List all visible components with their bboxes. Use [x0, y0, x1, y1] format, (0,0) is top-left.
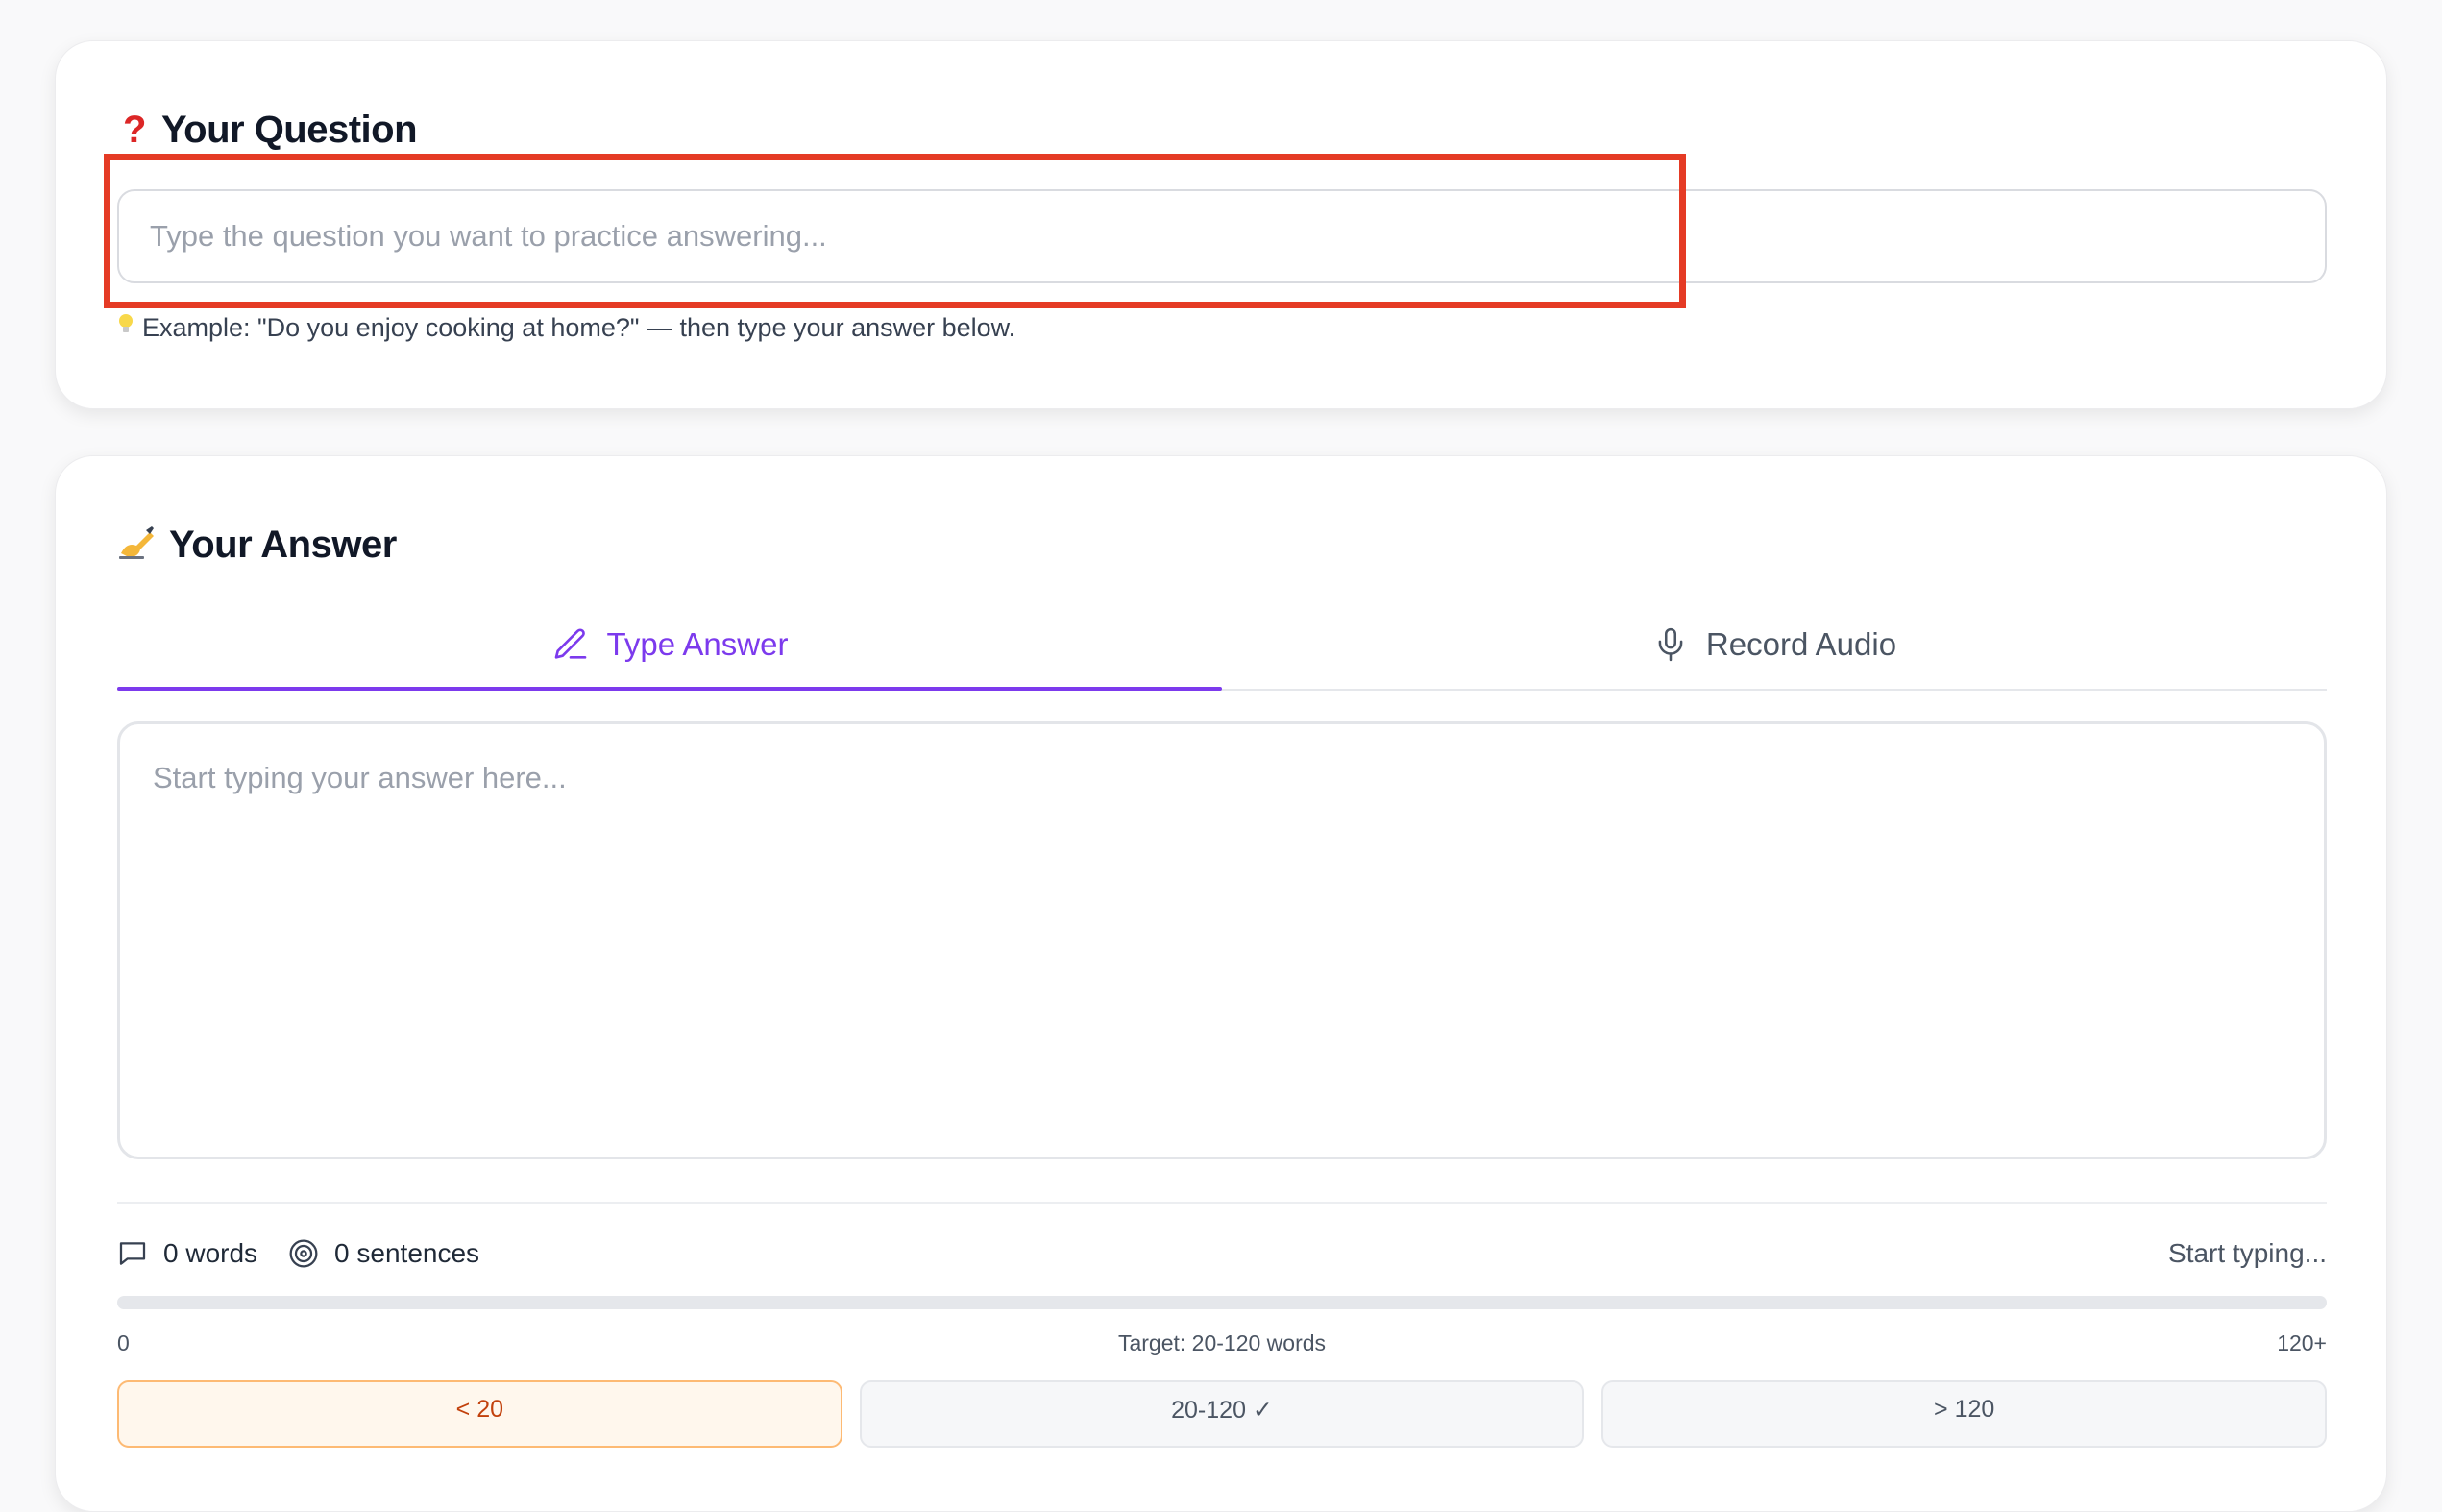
- microphone-icon: [1652, 625, 1689, 664]
- answer-card: Your Answer Type Answer Record Audio Sta…: [55, 455, 2387, 1512]
- tab-record-audio[interactable]: Record Audio: [1222, 600, 2327, 689]
- word-count: 0 words: [117, 1238, 257, 1269]
- message-square-icon: [117, 1238, 148, 1269]
- answer-stats: 0 words 0 sentences Start typing...: [117, 1231, 2327, 1277]
- sentence-count: 0 sentences: [288, 1238, 479, 1269]
- question-card: ? Your Question Example: "Do you enjoy c…: [55, 40, 2387, 409]
- scale-target: Target: 20-120 words: [1117, 1330, 1327, 1355]
- word-range-chips: < 20 20-120 ✓ > 120: [117, 1380, 2328, 1448]
- range-chip-target: 20-120 ✓: [859, 1380, 1585, 1448]
- target-icon: [288, 1238, 319, 1269]
- word-progress-bar: [117, 1296, 2327, 1309]
- question-heading: ? Your Question: [117, 109, 418, 152]
- answer-heading: Your Answer: [117, 524, 397, 567]
- answer-title: Your Answer: [169, 524, 397, 566]
- word-count-text: 0 words: [163, 1238, 258, 1268]
- tab-type-answer-label: Type Answer: [606, 626, 789, 662]
- answer-mode-tabs: Type Answer Record Audio: [117, 600, 2327, 691]
- question-input[interactable]: [117, 189, 2327, 283]
- typing-status: Start typing...: [2168, 1238, 2327, 1268]
- tab-record-audio-label: Record Audio: [1705, 626, 1897, 662]
- pencil-icon: [551, 625, 590, 664]
- question-hint-text: Example: "Do you enjoy cooking at home?"…: [142, 313, 1016, 342]
- tab-type-answer[interactable]: Type Answer: [117, 600, 1222, 691]
- question-mark-icon: ?: [123, 109, 146, 151]
- lightbulb-icon: [117, 312, 134, 344]
- question-title: Your Question: [160, 109, 418, 151]
- writing-hand-icon: [117, 524, 156, 567]
- sentence-count-text: 0 sentences: [334, 1238, 480, 1268]
- range-chip-under-20: < 20: [117, 1380, 842, 1448]
- range-chip-over-120: > 120: [1601, 1380, 2328, 1448]
- answer-textarea[interactable]: [117, 721, 2327, 1159]
- question-hint: Example: "Do you enjoy cooking at home?"…: [117, 312, 1015, 344]
- stats-divider: [117, 1202, 2327, 1204]
- scale-max: 120+: [2277, 1330, 2327, 1355]
